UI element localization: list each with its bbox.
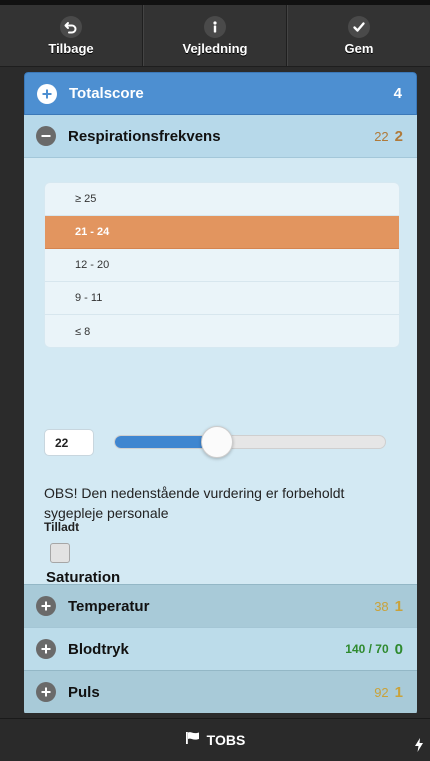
- section-title: Totalscore: [69, 85, 144, 102]
- plus-icon: [37, 83, 57, 104]
- permission-label: Tilladt: [44, 520, 80, 534]
- section-title: Temperatur: [68, 597, 150, 615]
- toolbar: Tilbage Vejledning Gem: [0, 5, 430, 67]
- back-button[interactable]: Tilbage: [0, 5, 143, 66]
- section-totalscore[interactable]: Totalscore 4: [24, 72, 417, 115]
- section-title: Puls: [68, 683, 100, 701]
- check-icon: [348, 15, 370, 38]
- score-panel: Totalscore 4 Respirationsfrekvens 22 2 ≥…: [24, 72, 417, 715]
- lightning-icon: [414, 738, 424, 757]
- section-value: 92: [374, 684, 389, 700]
- undo-icon: [60, 15, 82, 38]
- respiration-value-input[interactable]: 22: [44, 429, 94, 456]
- back-label: Tilbage: [48, 40, 94, 56]
- guide-button[interactable]: Vejledning: [143, 5, 287, 66]
- choice-item[interactable]: ≤ 8: [45, 315, 399, 347]
- section-title: Respirationsfrekvens: [68, 127, 221, 145]
- section-score: 1: [394, 683, 403, 701]
- section-score: 0: [394, 640, 403, 658]
- choice-item[interactable]: ≥ 25: [45, 183, 399, 216]
- plus-icon: [36, 682, 56, 702]
- section-score: 1: [394, 597, 403, 615]
- save-label: Gem: [344, 40, 374, 56]
- flag-icon: [185, 731, 201, 750]
- section-pulse[interactable]: Puls 92 1: [24, 670, 417, 713]
- info-icon: [204, 15, 226, 38]
- plus-icon: [36, 639, 56, 659]
- respiration-body: ≥ 25 21 - 24 12 - 20 9 - 11 ≤ 8 22 OBS! …: [24, 158, 417, 630]
- save-button[interactable]: Gem: [287, 5, 430, 66]
- footer-label: TOBS: [206, 732, 246, 748]
- respiration-choices: ≥ 25 21 - 24 12 - 20 9 - 11 ≤ 8: [44, 182, 400, 348]
- respiration-slider-track[interactable]: [114, 435, 386, 449]
- footer-bar: TOBS: [0, 718, 430, 761]
- minus-icon: [36, 126, 56, 146]
- section-score: 4: [393, 85, 402, 102]
- main-content: Totalscore 4 Respirationsfrekvens 22 2 ≥…: [0, 67, 430, 718]
- plus-icon: [36, 596, 56, 616]
- tobs-button[interactable]: TOBS: [185, 731, 246, 750]
- section-title: Blodtryk: [68, 640, 129, 658]
- section-score: 2: [394, 127, 403, 145]
- staff-note: OBS! Den nedenstående vurdering er forbe…: [44, 485, 345, 521]
- section-value: 38: [374, 598, 389, 614]
- choice-item-selected[interactable]: 21 - 24: [45, 216, 399, 249]
- permission-checkbox[interactable]: [50, 543, 70, 563]
- section-temperature[interactable]: Temperatur 38 1: [24, 584, 417, 627]
- choice-item[interactable]: 12 - 20: [45, 249, 399, 282]
- section-blood-pressure[interactable]: Blodtryk 140 / 70 0: [24, 627, 417, 670]
- choice-item[interactable]: 9 - 11: [45, 282, 399, 315]
- section-value: 22: [374, 128, 389, 144]
- section-respiration[interactable]: Respirationsfrekvens 22 2: [24, 115, 417, 158]
- section-value: 140 / 70: [345, 642, 389, 656]
- respiration-slider-thumb[interactable]: [201, 426, 233, 458]
- guide-label: Vejledning: [182, 40, 248, 56]
